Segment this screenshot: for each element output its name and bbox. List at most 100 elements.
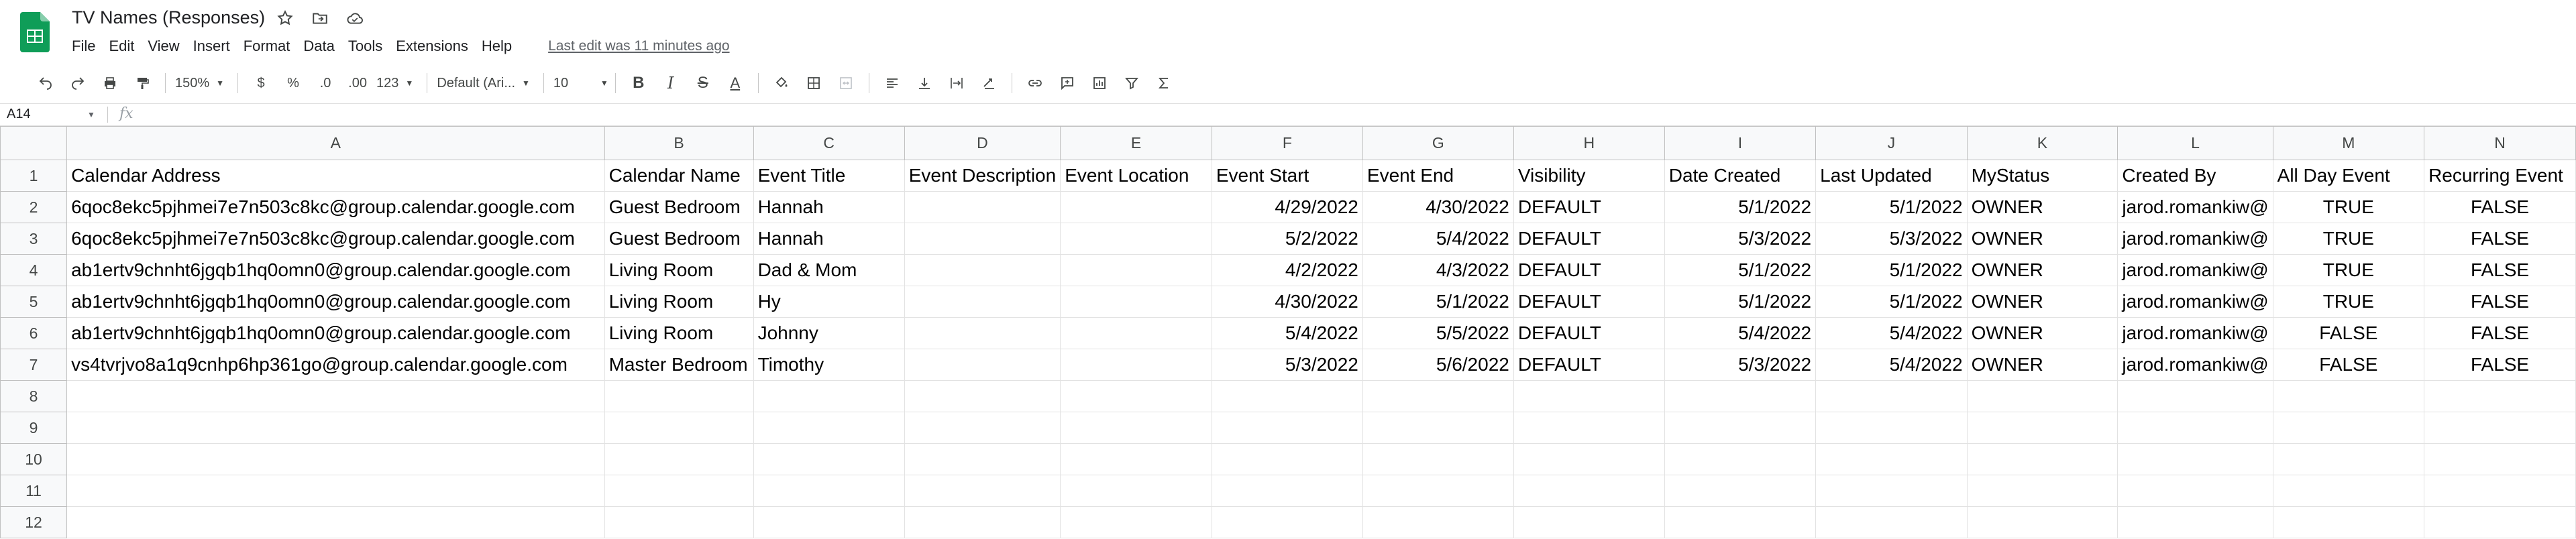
cell-d7[interactable]: [904, 349, 1061, 381]
cell-c2[interactable]: Hannah: [753, 191, 905, 223]
spreadsheet-grid[interactable]: A B C D E F G H I J K L M N 1 Calendar Ad…: [0, 126, 2576, 538]
cell-f5[interactable]: 4/30/2022: [1211, 286, 1363, 318]
row-header[interactable]: 8: [0, 380, 68, 412]
last-edit-link[interactable]: Last edit was 11 minutes ago: [548, 38, 729, 54]
column-header-l[interactable]: L: [2117, 126, 2273, 160]
cell-a10[interactable]: [66, 443, 605, 475]
cell-d3[interactable]: [904, 223, 1061, 255]
cell-l10[interactable]: [2117, 443, 2273, 475]
cell-n1[interactable]: Recurring Event: [2424, 160, 2576, 192]
cell-l12[interactable]: [2117, 506, 2273, 538]
cell-i3[interactable]: 5/3/2022: [1664, 223, 1817, 255]
cell-f6[interactable]: 5/4/2022: [1211, 317, 1363, 349]
cell-h1[interactable]: Visibility: [1513, 160, 1665, 192]
cell-i10[interactable]: [1664, 443, 1817, 475]
cell-m11[interactable]: [2272, 475, 2425, 507]
cell-m5[interactable]: TRUE: [2272, 286, 2425, 318]
column-header-n[interactable]: N: [2424, 126, 2576, 160]
cell-d10[interactable]: [904, 443, 1061, 475]
row-header[interactable]: 9: [0, 412, 68, 444]
cell-i2[interactable]: 5/1/2022: [1664, 191, 1817, 223]
cell-b11[interactable]: [604, 475, 754, 507]
cell-n10[interactable]: [2424, 443, 2576, 475]
cell-l11[interactable]: [2117, 475, 2273, 507]
font-size-select[interactable]: 10 ▼: [553, 76, 608, 91]
move-folder-icon[interactable]: [310, 8, 330, 28]
cell-d12[interactable]: [904, 506, 1061, 538]
cell-e11[interactable]: [1060, 475, 1212, 507]
cell-a4[interactable]: ab1ertv9chnht6jgqb1hq0omn0@group.calenda…: [66, 254, 605, 286]
row-header[interactable]: 3: [0, 223, 68, 255]
star-icon[interactable]: [275, 8, 295, 28]
cell-k12[interactable]: [1966, 506, 2118, 538]
cell-i8[interactable]: [1664, 380, 1817, 412]
cell-i1[interactable]: Date Created: [1664, 160, 1817, 192]
cell-j9[interactable]: [1815, 412, 1968, 444]
cell-i5[interactable]: 5/1/2022: [1664, 286, 1817, 318]
cell-m6[interactable]: FALSE: [2272, 317, 2425, 349]
cell-h7[interactable]: DEFAULT: [1513, 349, 1665, 381]
cell-e7[interactable]: [1060, 349, 1212, 381]
cell-j7[interactable]: 5/4/2022: [1815, 349, 1968, 381]
insert-chart-icon[interactable]: [1086, 70, 1113, 97]
vertical-align-icon[interactable]: [911, 70, 938, 97]
cell-l2[interactable]: jarod.romankiw@: [2117, 191, 2273, 223]
row-header[interactable]: 6: [0, 317, 68, 349]
cell-g3[interactable]: 5/4/2022: [1362, 223, 1514, 255]
cell-e3[interactable]: [1060, 223, 1212, 255]
cell-f2[interactable]: 4/29/2022: [1211, 191, 1363, 223]
cell-b12[interactable]: [604, 506, 754, 538]
cell-h4[interactable]: DEFAULT: [1513, 254, 1665, 286]
cell-n4[interactable]: FALSE: [2424, 254, 2576, 286]
cell-a8[interactable]: [66, 380, 605, 412]
cell-j11[interactable]: [1815, 475, 1968, 507]
column-header-b[interactable]: B: [604, 126, 754, 160]
cell-l7[interactable]: jarod.romankiw@: [2117, 349, 2273, 381]
cell-j2[interactable]: 5/1/2022: [1815, 191, 1968, 223]
cell-c10[interactable]: [753, 443, 905, 475]
cell-d8[interactable]: [904, 380, 1061, 412]
cell-f10[interactable]: [1211, 443, 1363, 475]
cell-m7[interactable]: FALSE: [2272, 349, 2425, 381]
cell-g9[interactable]: [1362, 412, 1514, 444]
merge-cells-icon[interactable]: [833, 70, 859, 97]
cell-e1[interactable]: Event Location: [1060, 160, 1212, 192]
cell-c3[interactable]: Hannah: [753, 223, 905, 255]
cell-e8[interactable]: [1060, 380, 1212, 412]
cell-a6[interactable]: ab1ertv9chnht6jgqb1hq0omn0@group.calenda…: [66, 317, 605, 349]
column-header-m[interactable]: M: [2272, 126, 2425, 160]
cell-k8[interactable]: [1966, 380, 2118, 412]
cell-k7[interactable]: OWNER: [1966, 349, 2118, 381]
cell-c7[interactable]: Timothy: [753, 349, 905, 381]
column-header-j[interactable]: J: [1815, 126, 1968, 160]
cell-b2[interactable]: Guest Bedroom: [604, 191, 754, 223]
cell-b3[interactable]: Guest Bedroom: [604, 223, 754, 255]
borders-icon[interactable]: [800, 70, 827, 97]
cell-g7[interactable]: 5/6/2022: [1362, 349, 1514, 381]
cell-b7[interactable]: Master Bedroom: [604, 349, 754, 381]
cell-h9[interactable]: [1513, 412, 1665, 444]
cell-e9[interactable]: [1060, 412, 1212, 444]
cell-e2[interactable]: [1060, 191, 1212, 223]
cell-a9[interactable]: [66, 412, 605, 444]
cell-k11[interactable]: [1966, 475, 2118, 507]
cell-f8[interactable]: [1211, 380, 1363, 412]
name-box[interactable]: A14: [7, 107, 31, 122]
cell-k5[interactable]: OWNER: [1966, 286, 2118, 318]
cell-c1[interactable]: Event Title: [753, 160, 905, 192]
menu-data[interactable]: Data: [303, 38, 334, 55]
cell-b4[interactable]: Living Room: [604, 254, 754, 286]
cell-k10[interactable]: [1966, 443, 2118, 475]
cell-i11[interactable]: [1664, 475, 1817, 507]
cell-c8[interactable]: [753, 380, 905, 412]
undo-icon[interactable]: [32, 70, 59, 97]
cell-c11[interactable]: [753, 475, 905, 507]
cell-n12[interactable]: [2424, 506, 2576, 538]
cell-a5[interactable]: ab1ertv9chnht6jgqb1hq0omn0@group.calenda…: [66, 286, 605, 318]
column-header-k[interactable]: K: [1966, 126, 2118, 160]
cell-b6[interactable]: Living Room: [604, 317, 754, 349]
cell-n5[interactable]: FALSE: [2424, 286, 2576, 318]
cell-n7[interactable]: FALSE: [2424, 349, 2576, 381]
print-icon[interactable]: [97, 70, 123, 97]
cell-f3[interactable]: 5/2/2022: [1211, 223, 1363, 255]
